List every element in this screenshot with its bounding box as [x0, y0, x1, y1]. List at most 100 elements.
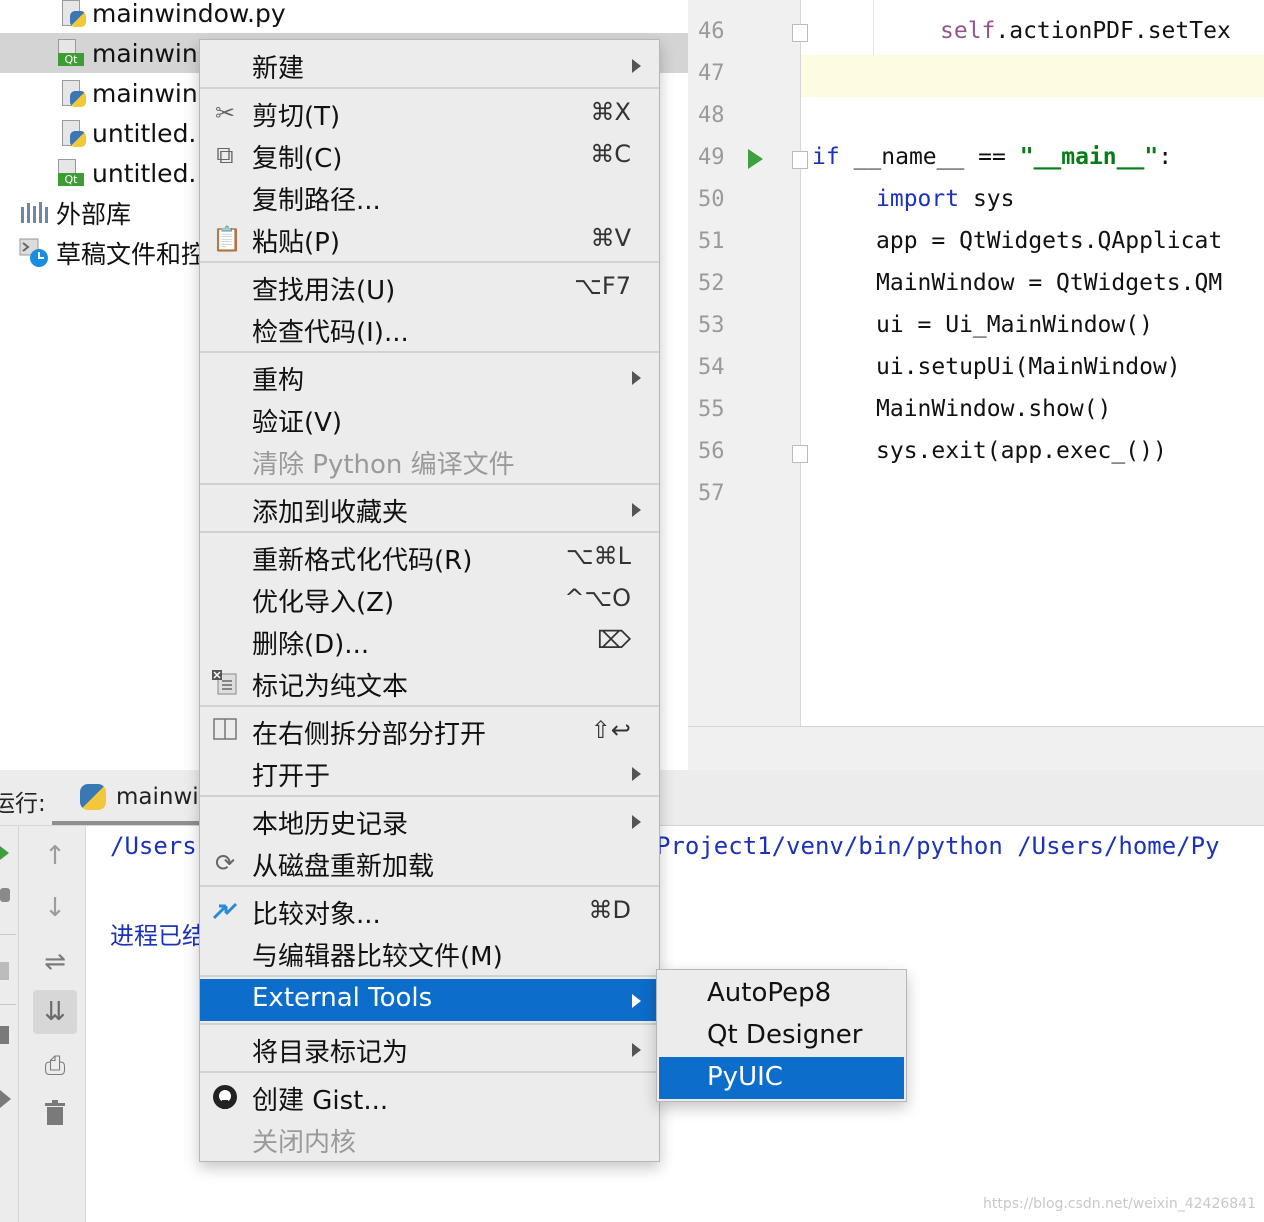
- console-line: 进程已结: [110, 922, 206, 950]
- menu-item-label: 剪切(T): [252, 102, 341, 132]
- menu-item-inspect-code[interactable]: 检查代码(I)...: [200, 308, 659, 350]
- menu-item-label: 删除(D)...: [252, 630, 370, 660]
- code-token-string: "__main__": [1019, 144, 1159, 170]
- menu-item-label: 在右侧拆分部分打开: [252, 720, 487, 750]
- down-arrow-icon[interactable]: ↓: [41, 894, 69, 922]
- menu-item-paste[interactable]: 📋 粘贴(P) ⌘V: [200, 218, 659, 260]
- code-token: .actionPDF.setTex: [995, 18, 1231, 44]
- menu-item-new[interactable]: 新建: [200, 44, 659, 86]
- submenu-item-qt-designer[interactable]: Qt Designer: [659, 1015, 904, 1057]
- paste-icon: 📋: [212, 225, 242, 253]
- scissors-icon: ✂: [214, 99, 236, 127]
- menu-item-compare-with[interactable]: 比较对象... ⌘D: [200, 890, 659, 932]
- code-line-53: ui = Ui_MainWindow(): [876, 312, 1153, 338]
- code-editor[interactable]: 46 47 48 49 50 51 52 53 54 55 56 57 self…: [688, 0, 1264, 771]
- external-tools-submenu: AutoPep8 Qt Designer PyUIC: [656, 969, 907, 1102]
- menu-item-label: 复制(C): [252, 144, 343, 174]
- menu-item-label: 与编辑器比较文件(M): [252, 942, 503, 972]
- code-token-keyword: import: [876, 186, 960, 212]
- submenu-item-autopep8[interactable]: AutoPep8: [659, 973, 904, 1015]
- menu-separator: [200, 885, 659, 887]
- menu-item-reformat-code[interactable]: 重新格式化代码(R) ⌥⌘L: [200, 536, 659, 578]
- debug-icon[interactable]: [0, 888, 10, 902]
- print-icon[interactable]: ⎙: [41, 1052, 69, 1080]
- tree-item-label: 草稿文件和控: [56, 240, 207, 269]
- menu-item-refactor[interactable]: 重构: [200, 356, 659, 398]
- menu-item-compare-file-with-editor[interactable]: 与编辑器比较文件(M): [200, 932, 659, 974]
- tree-item-label: untitled.: [92, 158, 197, 188]
- code-line-56: sys.exit(app.exec_()): [876, 438, 1167, 464]
- menu-item-shortcut: ^⌥O: [564, 584, 631, 612]
- menu-item-label: 比较对象...: [252, 900, 381, 930]
- python-file-icon: [62, 120, 88, 148]
- tree-item-label: mainwindow.py: [92, 0, 286, 28]
- python-file-icon: [62, 80, 88, 108]
- python-file-icon: [62, 0, 88, 28]
- menu-item-shortcut: ⌥⌘L: [565, 542, 631, 570]
- line-number: 47: [698, 61, 725, 86]
- indent-guide: [873, 0, 874, 55]
- menu-item-clean-python-compiled: 清除 Python 编译文件: [200, 440, 659, 482]
- menu-item-shortcut: ⌘X: [590, 98, 631, 126]
- menu-item-shortcut: ⇧↩: [590, 716, 631, 744]
- line-number: 50: [698, 187, 725, 212]
- menu-item-label: 优化导入(Z): [252, 588, 395, 618]
- code-line-54: ui.setupUi(MainWindow): [876, 354, 1181, 380]
- stop-icon[interactable]: [0, 962, 9, 980]
- line-number: 48: [698, 103, 725, 128]
- fold-marker-icon[interactable]: [792, 24, 808, 42]
- split-icon: [212, 718, 238, 744]
- menu-item-add-to-favorites[interactable]: 添加到收藏夹: [200, 488, 659, 530]
- menu-item-label: 重新格式化代码(R): [252, 546, 473, 576]
- menu-item-copy[interactable]: ⧉ 复制(C) ⌘C: [200, 134, 659, 176]
- menu-item-label: External Tools: [252, 983, 433, 1013]
- menu-item-optimize-imports[interactable]: 优化导入(Z) ^⌥O: [200, 578, 659, 620]
- menu-item-shortcut: ⌥F7: [574, 272, 631, 300]
- menu-item-validate[interactable]: 验证(V): [200, 398, 659, 440]
- trash-icon[interactable]: [41, 1100, 69, 1128]
- submenu-item-label: Qt Designer: [707, 1020, 863, 1050]
- code-token-keyword: if: [812, 144, 840, 170]
- menu-item-label: 查找用法(U): [252, 276, 396, 306]
- menu-item-external-tools[interactable]: External Tools: [200, 979, 659, 1021]
- menu-item-copy-path[interactable]: 复制路径...: [200, 176, 659, 218]
- qt-file-icon: [58, 159, 84, 187]
- menu-item-cut[interactable]: ✂ 剪切(T) ⌘X: [200, 92, 659, 134]
- menu-item-mark-directory-as[interactable]: 将目录标记为: [200, 1028, 659, 1070]
- layout-icon[interactable]: [0, 1026, 9, 1044]
- run-gutter-icon[interactable]: [748, 149, 763, 169]
- menu-item-label: 创建 Gist...: [252, 1086, 389, 1116]
- rerun-icon[interactable]: [0, 846, 9, 860]
- pin-icon[interactable]: [0, 1090, 11, 1108]
- tree-item-mainwindow-py[interactable]: mainwindow.py: [0, 0, 688, 33]
- github-icon: [212, 1084, 238, 1110]
- menu-item-open-in-right-split[interactable]: 在右侧拆分部分打开 ⇧↩: [200, 710, 659, 752]
- menu-item-open-in[interactable]: 打开于: [200, 752, 659, 794]
- fold-marker-icon[interactable]: [792, 445, 808, 463]
- menu-item-local-history[interactable]: 本地历史记录: [200, 800, 659, 842]
- menu-item-label: 粘贴(P): [252, 228, 340, 258]
- menu-item-reload-from-disk[interactable]: ⟳ 从磁盘重新加载: [200, 842, 659, 884]
- run-toolbar: ↑ ↓ ⇌ ⇊ ⎙: [19, 826, 86, 1222]
- fold-marker-icon[interactable]: [792, 151, 808, 169]
- submenu-arrow-icon: [632, 994, 641, 1008]
- console-line: /Users: [110, 832, 197, 860]
- line-number: 51: [698, 229, 725, 254]
- editor-bottom-area: [688, 726, 1264, 771]
- submenu-item-pyuic[interactable]: PyUIC: [659, 1057, 904, 1099]
- soft-wrap-icon[interactable]: ⇌: [41, 948, 69, 976]
- qt-file-icon: [58, 39, 84, 67]
- submenu-arrow-icon: [632, 59, 641, 73]
- code-line-50: import sys: [876, 186, 1014, 212]
- submenu-arrow-icon: [632, 1043, 641, 1057]
- menu-item-find-usages[interactable]: 查找用法(U) ⌥F7: [200, 266, 659, 308]
- scroll-to-end-icon[interactable]: ⇊: [33, 990, 77, 1034]
- menu-item-label: 将目录标记为: [252, 1038, 409, 1068]
- python-icon: [80, 784, 106, 810]
- menu-item-shutdown-kernel: 关闭内核: [200, 1118, 659, 1160]
- up-arrow-icon[interactable]: ↑: [41, 842, 69, 870]
- menu-item-mark-as-plain-text[interactable]: 标记为纯文本: [200, 662, 659, 704]
- menu-item-create-gist[interactable]: 创建 Gist...: [200, 1076, 659, 1118]
- line-number: 52: [698, 271, 725, 296]
- menu-item-delete[interactable]: 删除(D)... ⌦: [200, 620, 659, 662]
